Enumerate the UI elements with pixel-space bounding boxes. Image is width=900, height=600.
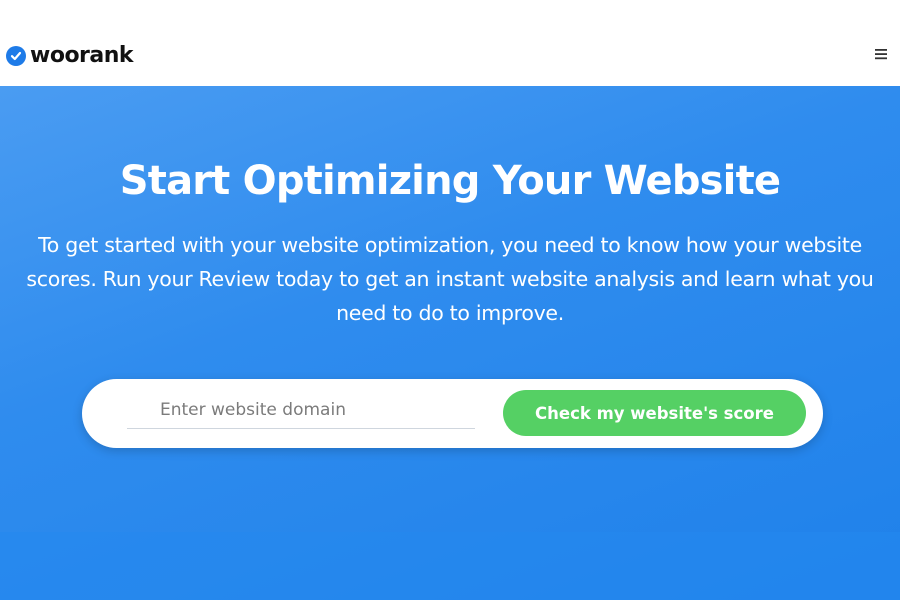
hero-bottom-band: [0, 532, 900, 600]
logo-text: woorank: [30, 43, 134, 68]
check-badge-icon: [6, 45, 26, 66]
hamburger-menu-icon[interactable]: [874, 47, 888, 61]
hero-description: To get started with your website optimiz…: [26, 233, 874, 325]
woorank-logo[interactable]: woorank: [6, 43, 134, 68]
check-score-button[interactable]: Check my website's score: [503, 390, 806, 436]
domain-input[interactable]: [127, 391, 475, 429]
hero-title: Start Optimizing Your Website: [119, 158, 781, 204]
site-header: woorank: [0, 0, 900, 86]
domain-search-form: Check my website's score: [82, 379, 823, 448]
hero-section: Start Optimizing Your Website To get sta…: [0, 86, 900, 600]
